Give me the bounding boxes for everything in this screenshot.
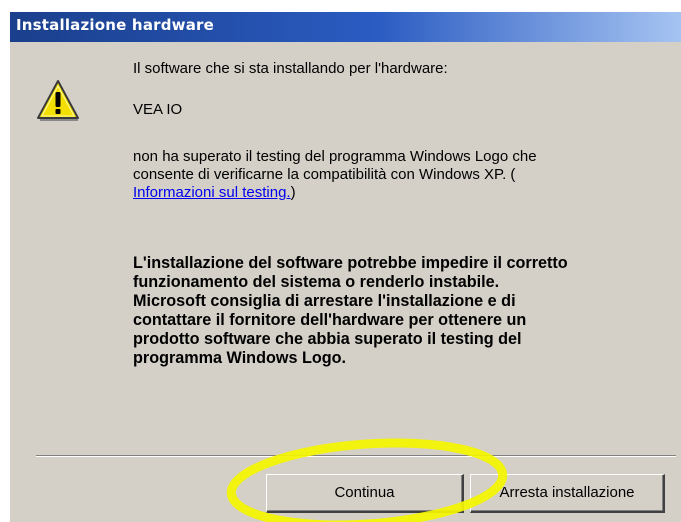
dialog-title: Installazione hardware	[16, 16, 215, 34]
testing-message: non ha superato il testing del programma…	[133, 148, 653, 202]
testing-info-link[interactable]: Informazioni sul testing.	[133, 184, 291, 201]
warning-triangle-icon	[37, 80, 79, 121]
stop-installation-button[interactable]: Arresta installazione	[470, 474, 665, 513]
intro-text: Il software che si sta installando per l…	[133, 60, 448, 77]
window-left-edge	[0, 0, 10, 522]
continue-button[interactable]: Continua	[266, 474, 464, 513]
message-line: non ha superato il testing del programma…	[133, 148, 537, 165]
warning-line: prodotto software che abbia superato il …	[133, 330, 522, 348]
warning-line: programma Windows Logo.	[133, 349, 346, 367]
message-line-link: Informazioni sul testing.)	[133, 184, 653, 202]
warning-message: L'installazione del software potrebbe im…	[133, 254, 673, 368]
window-top-edge	[0, 0, 681, 12]
warning-line: Microsoft consiglia di arrestare l'insta…	[133, 292, 516, 310]
installer-dialog: Installazione hardware Il software che s…	[0, 0, 681, 522]
device-name: VEA IO	[133, 101, 183, 118]
link-suffix: )	[290, 184, 296, 201]
warning-line: L'installazione del software potrebbe im…	[133, 254, 568, 272]
warning-line: funzionamento del sistema o renderlo ins…	[133, 273, 500, 291]
warning-line: contattare il fornitore dell'hardware pe…	[133, 311, 527, 329]
title-bar[interactable]: Installazione hardware	[10, 12, 681, 42]
button-separator	[36, 455, 676, 457]
message-line: consente di verificarne la compatibilità…	[133, 166, 516, 183]
